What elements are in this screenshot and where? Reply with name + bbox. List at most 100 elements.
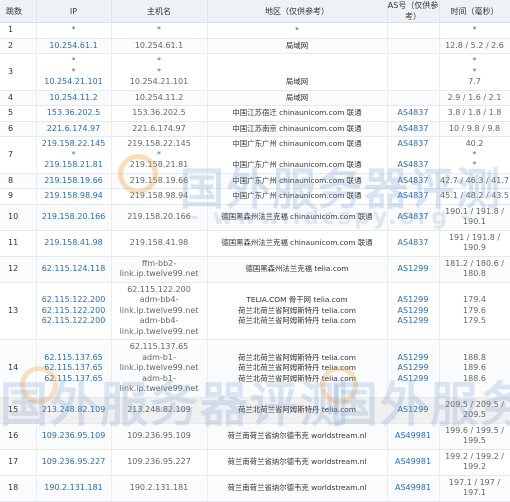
asn-link[interactable]: AS4837 (388, 212, 439, 223)
ip-link[interactable]: 219.158.21.81 (37, 160, 111, 171)
time-cell: 197.1 / 197 / 197.1 (439, 475, 510, 502)
geo-cell: 德国黑森州法兰克福 chinaunicom.com 联通 (207, 230, 388, 257)
asn-link[interactable]: AS1299 (388, 353, 439, 364)
asn-cell: AS4837 (387, 105, 440, 122)
ip-link[interactable]: 219.158.98.94 (37, 191, 111, 202)
ip-text: * (71, 66, 76, 76)
geo-text: 中国广东广州 chinaunicom.com 联通 (232, 139, 362, 148)
time-text: 188.6 (463, 373, 486, 383)
ip-link[interactable]: 221.6.174.97 (37, 124, 111, 135)
ip-link[interactable]: 62.115.137.65 (37, 363, 111, 374)
hostname-cell: 10.254.61.1 (111, 38, 208, 54)
hostname-cell: 109.236.95.109 (111, 423, 208, 450)
time-text: 45.1 / 48.2 / 43.5 (440, 191, 509, 200)
asn-cell (387, 90, 440, 106)
geo-text: 荷兰南荷兰省纳尔德韦克 worldstream.nl (227, 482, 367, 492)
table-row: 13 62.115.122.200 62.115.122.200 62.115.122… (0, 282, 510, 340)
geo-text: 局域网 (285, 77, 309, 86)
hop-number: 2 (0, 38, 37, 54)
ip-link[interactable]: 10.254.11.2 (37, 93, 111, 104)
ip-link[interactable]: 10.254.61.1 (37, 41, 111, 52)
hostname-text: 109.236.95.227 (127, 456, 191, 466)
asn-link[interactable]: AS4837 (388, 139, 439, 150)
ip-link[interactable]: 62.115.122.200 (37, 295, 111, 306)
ip-link[interactable]: 109.236.95.109 (37, 431, 111, 442)
asn-link[interactable]: AS1299 (388, 405, 439, 416)
asn-link[interactable]: AS1299 (388, 316, 439, 327)
geo-text: * (295, 25, 299, 34)
ip-link[interactable]: 219.158.20.166 (37, 212, 111, 223)
ip-link[interactable]: 109.236.95.227 (37, 457, 111, 468)
ip-link[interactable]: 62.115.124.118 (37, 264, 111, 275)
asn-link[interactable]: AS4837 (388, 191, 439, 202)
time-text: 189.6 (463, 363, 486, 372)
header-hostname[interactable]: 主机名 (111, 0, 208, 23)
asn-cell: AS4837 (387, 204, 440, 231)
header-asn[interactable]: AS号（仅供参考） (387, 0, 440, 23)
asn-link[interactable]: AS1299 (388, 295, 439, 306)
geo-cell: 中国广东广州 chinaunicom.com 联通 中国广东广州 chinaun… (207, 136, 388, 174)
asn-link[interactable]: AS4837 (388, 176, 439, 187)
ip-link[interactable]: 153.36.202.5 (37, 108, 111, 119)
geo-text: 荷兰北荷兰省阿姆斯特丹 telia.com (238, 373, 356, 383)
asn-link[interactable]: AS4837 (388, 160, 439, 171)
header-ip[interactable]: IP (36, 0, 112, 23)
ip-cell: 219.158.98.94 (36, 188, 112, 205)
geo-cell: 荷兰北荷兰省阿姆斯特丹 telia.com 荷兰北荷兰省阿姆斯特丹 telia.c… (207, 339, 388, 398)
asn-link[interactable]: AS4837 (388, 124, 439, 135)
time-text: * (472, 66, 477, 76)
asn-link[interactable]: AS49981 (388, 483, 439, 494)
ip-link[interactable]: 62.115.122.200 (37, 316, 111, 327)
time-cell: 42.7 / 46.3 / 41.7 (439, 173, 510, 189)
hostname-text: * (157, 66, 161, 76)
time-cell: 188.8 189.6 188.6 (439, 339, 510, 398)
ip-link[interactable]: 219.158.19.66 (37, 176, 111, 187)
ip-link[interactable]: 62.115.122.200 (37, 306, 111, 317)
geo-cell: 局域网 (207, 53, 388, 91)
hostname-cell: * * 10.254.21.101 (111, 53, 208, 91)
asn-link[interactable]: AS4837 (388, 238, 439, 249)
time-cell: 209.5 / 209.5 / 209.5 (439, 397, 510, 424)
time-text: 179.5 (463, 316, 486, 325)
header-hop[interactable]: 跳数 (0, 0, 37, 23)
ip-link[interactable]: 213.248.82.109 (37, 405, 111, 416)
hop-number: 16 (0, 423, 37, 450)
table-header-row: 跳数 IP 主机名 地区（仅供参考） AS号（仅供参考） 时间（毫秒） (0, 0, 510, 23)
table-row: 15 213.248.82.109 213.248.82.109 荷兰北荷兰省阿姆斯特… (0, 397, 510, 424)
ip-link[interactable]: 219.158.22.145 (37, 139, 111, 150)
hostname-text: 219.158.22.145 (127, 139, 191, 148)
ip-link[interactable]: 219.158.41.98 (37, 238, 111, 249)
ip-link[interactable]: 62.115.137.65 (37, 353, 111, 364)
time-text: * (472, 56, 477, 65)
hostname-text: 10.254.61.1 (134, 40, 184, 50)
ip-link[interactable]: 10.254.21.101 (37, 77, 111, 88)
asn-cell: AS1299 (387, 256, 440, 283)
header-geo[interactable]: 地区（仅供参考） (207, 0, 388, 23)
asn-link[interactable]: AS1299 (388, 374, 439, 385)
geo-cell: 荷兰南荷兰省纳尔德韦克 worldstream.nl (207, 449, 388, 476)
asn-link[interactable]: AS49981 (388, 457, 439, 468)
hop-number: 11 (0, 230, 37, 257)
time-text: 10 / 9.8 / 9.8 (448, 123, 501, 133)
asn-link[interactable]: AS4837 (388, 108, 439, 119)
hostname-cell: 219.158.20.166 (111, 204, 208, 231)
asn-link[interactable]: AS1299 (388, 363, 439, 374)
ip-text: * (71, 149, 76, 159)
table-row: 6 221.6.174.97 221.6.174.97 中国江苏南京 chinauni… (0, 121, 510, 137)
ip-link[interactable]: 190.2.131.181 (37, 483, 111, 494)
asn-link[interactable]: AS1299 (388, 264, 439, 275)
table-row: 1 * * * * (0, 22, 510, 39)
hostname-cell: 213.248.82.109 (111, 397, 208, 424)
asn-link[interactable]: AS1299 (388, 306, 439, 317)
asn-cell: AS4837 (387, 173, 440, 189)
time-text: 190.1 / 191.8 / 190.1 (445, 206, 504, 227)
header-time[interactable]: 时间（毫秒） (439, 0, 510, 23)
ip-cell: 62.115.137.65 62.115.137.65 62.115.137.65 (36, 339, 112, 398)
geo-cell: 荷兰南荷兰省纳尔德韦克 worldstream.nl (207, 475, 388, 502)
time-cell: * (439, 22, 510, 39)
ip-link[interactable]: 62.115.137.65 (37, 374, 111, 385)
asn-link[interactable]: AS49981 (388, 431, 439, 442)
time-cell: 10 / 9.8 / 9.8 (439, 121, 510, 137)
hostname-cell: 190.2.131.181 (111, 475, 208, 502)
geo-text: 荷兰南荷兰省纳尔德韦克 worldstream.nl (227, 456, 367, 466)
